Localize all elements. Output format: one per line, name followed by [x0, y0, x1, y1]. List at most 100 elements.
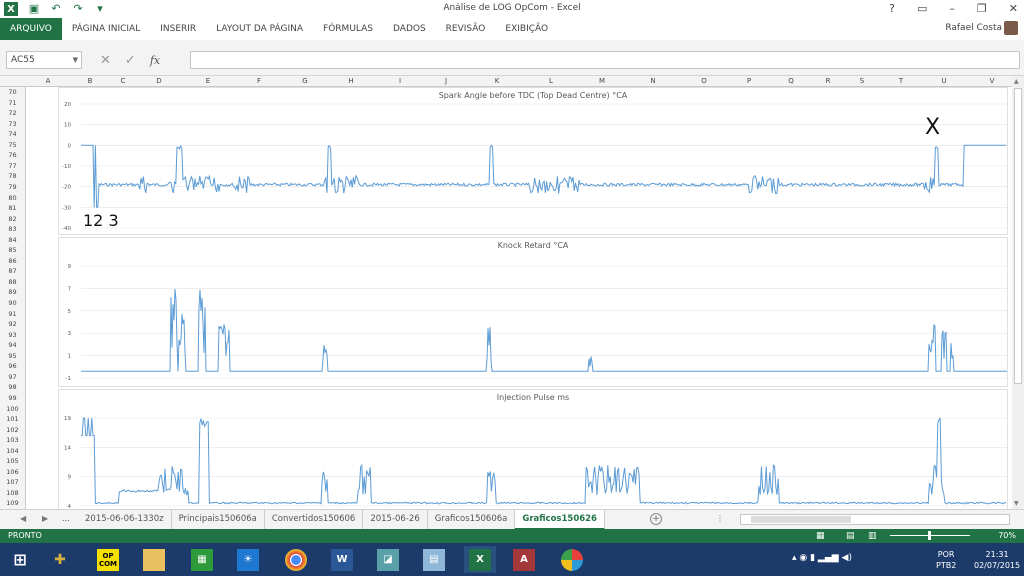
- tab-3[interactable]: LAYOUT DA PÁGINA: [206, 18, 313, 40]
- column-header-K[interactable]: K: [495, 76, 500, 87]
- row-header-94[interactable]: 94: [0, 340, 25, 350]
- row-header-87[interactable]: 87: [0, 266, 25, 276]
- row-header-74[interactable]: 74: [0, 129, 25, 139]
- add-sheet-icon[interactable]: +: [650, 513, 662, 525]
- row-header-96[interactable]: 96: [0, 361, 25, 371]
- row-header-89[interactable]: 89: [0, 287, 25, 297]
- taskbar-opcom[interactable]: OP COM: [92, 546, 124, 573]
- row-header-84[interactable]: 84: [0, 235, 25, 245]
- zoom-level[interactable]: 70%: [998, 531, 1016, 540]
- tab-0[interactable]: ARQUIVO: [0, 18, 62, 40]
- column-header-I[interactable]: I: [399, 76, 401, 87]
- taskbar-app2[interactable]: [556, 546, 588, 573]
- taskbar-chevrolet[interactable]: ✚: [44, 546, 76, 573]
- row-header-72[interactable]: 72: [0, 108, 25, 118]
- column-header-G[interactable]: G: [302, 76, 307, 87]
- row-header-77[interactable]: 77: [0, 161, 25, 171]
- vertical-scroll-thumb[interactable]: [1014, 88, 1022, 384]
- row-header-83[interactable]: 83: [0, 224, 25, 234]
- row-header-107[interactable]: 107: [0, 477, 25, 487]
- row-header-92[interactable]: 92: [0, 319, 25, 329]
- column-header-M[interactable]: M: [599, 76, 605, 87]
- column-header-U[interactable]: U: [941, 76, 946, 87]
- avatar[interactable]: [1004, 21, 1018, 35]
- restore-icon[interactable]: ❐: [977, 2, 987, 15]
- chart-knock-retard[interactable]: Knock Retard °CA 9 7 5 3 1 -1: [58, 237, 1008, 387]
- sheet-tab[interactable]: 2015-06-06-1330z: [78, 510, 172, 530]
- column-header-D[interactable]: D: [156, 76, 161, 87]
- row-header-93[interactable]: 93: [0, 330, 25, 340]
- row-header-98[interactable]: 98: [0, 382, 25, 392]
- row-header-99[interactable]: 99: [0, 393, 25, 403]
- scroll-down-icon[interactable]: ▼: [1014, 500, 1019, 507]
- scroll-up-icon[interactable]: ▲: [1014, 78, 1019, 85]
- taskbar-chrome[interactable]: [280, 546, 312, 573]
- column-header-Q[interactable]: Q: [788, 76, 794, 87]
- sheet-more-button[interactable]: ...: [62, 514, 70, 523]
- row-header-102[interactable]: 102: [0, 425, 25, 435]
- horizontal-scroll-thumb[interactable]: [751, 516, 851, 523]
- cancel-icon[interactable]: ✕: [100, 53, 111, 68]
- row-header-81[interactable]: 81: [0, 203, 25, 213]
- horizontal-scrollbar[interactable]: [740, 514, 1010, 525]
- sheet-tab[interactable]: Graficos150606a: [428, 510, 516, 530]
- start-button[interactable]: ⊞: [4, 546, 36, 573]
- sheet-tab[interactable]: Convertidos150606: [265, 510, 364, 530]
- row-header-71[interactable]: 71: [0, 98, 25, 108]
- column-header-J[interactable]: J: [445, 76, 447, 87]
- column-header-B[interactable]: B: [88, 76, 93, 87]
- row-header-70[interactable]: 70: [0, 87, 25, 97]
- normal-view-icon[interactable]: ▦: [816, 531, 825, 541]
- row-header-86[interactable]: 86: [0, 256, 25, 266]
- taskbar-explorer[interactable]: [138, 546, 170, 573]
- row-header-88[interactable]: 88: [0, 277, 25, 287]
- tray-icons[interactable]: ▴ ◉ ▮ ▂▄▆ ◀): [792, 553, 852, 563]
- ribbon-display-icon[interactable]: ▭: [917, 2, 927, 15]
- close-icon[interactable]: ✕: [1009, 2, 1018, 15]
- vertical-scrollbar[interactable]: ▲ ▼: [1012, 76, 1024, 509]
- taskbar-app[interactable]: ◪: [372, 546, 404, 573]
- column-header-P[interactable]: P: [747, 76, 751, 87]
- chart-injection-pulse[interactable]: Injection Pulse ms 19 14 9 4: [58, 389, 1008, 509]
- column-header-F[interactable]: F: [257, 76, 261, 87]
- tab-4[interactable]: FÓRMULAS: [313, 18, 383, 40]
- row-header-104[interactable]: 104: [0, 446, 25, 456]
- taskbar-excel[interactable]: X: [464, 546, 496, 573]
- sheet-tab[interactable]: 2015-06-26: [363, 510, 428, 530]
- column-header-C[interactable]: C: [121, 76, 126, 87]
- row-header-73[interactable]: 73: [0, 119, 25, 129]
- row-header-109[interactable]: 109: [0, 498, 25, 508]
- sheet-prev-icon[interactable]: ◀: [20, 514, 26, 523]
- column-header-E[interactable]: E: [206, 76, 210, 87]
- column-header-A[interactable]: A: [46, 76, 51, 87]
- column-header-T[interactable]: T: [899, 76, 903, 87]
- column-header-V[interactable]: V: [990, 76, 995, 87]
- language-indicator[interactable]: POR PTB2: [936, 549, 956, 571]
- sheet-next-icon[interactable]: ▶: [42, 514, 48, 523]
- tab-split-icon[interactable]: ⋮: [716, 514, 724, 523]
- row-header-95[interactable]: 95: [0, 351, 25, 361]
- tab-6[interactable]: REVISÃO: [436, 18, 496, 40]
- row-header-75[interactable]: 75: [0, 140, 25, 150]
- minimize-icon[interactable]: –: [949, 2, 955, 15]
- row-header-76[interactable]: 76: [0, 150, 25, 160]
- column-header-R[interactable]: R: [826, 76, 831, 87]
- row-header-78[interactable]: 78: [0, 171, 25, 181]
- sheet-tab[interactable]: Principais150606a: [172, 510, 265, 530]
- page-break-icon[interactable]: ▥: [868, 531, 877, 541]
- sheet-tab[interactable]: Graficos150626: [515, 510, 605, 530]
- row-header-80[interactable]: 80: [0, 193, 25, 203]
- row-header-90[interactable]: 90: [0, 298, 25, 308]
- taskbar-store[interactable]: ▦: [186, 546, 218, 573]
- page-layout-icon[interactable]: ▤: [846, 531, 855, 541]
- tab-1[interactable]: PÁGINA INICIAL: [62, 18, 150, 40]
- column-header-N[interactable]: N: [650, 76, 655, 87]
- enter-icon[interactable]: ✓: [125, 53, 136, 68]
- insert-function-icon[interactable]: fx: [150, 54, 160, 67]
- row-header-106[interactable]: 106: [0, 467, 25, 477]
- column-header-L[interactable]: L: [549, 76, 553, 87]
- taskbar-calculator[interactable]: ▤: [418, 546, 450, 573]
- user-name[interactable]: Rafael Costa: [945, 23, 1002, 33]
- row-header-105[interactable]: 105: [0, 456, 25, 466]
- taskbar-weather[interactable]: ☀: [232, 546, 264, 573]
